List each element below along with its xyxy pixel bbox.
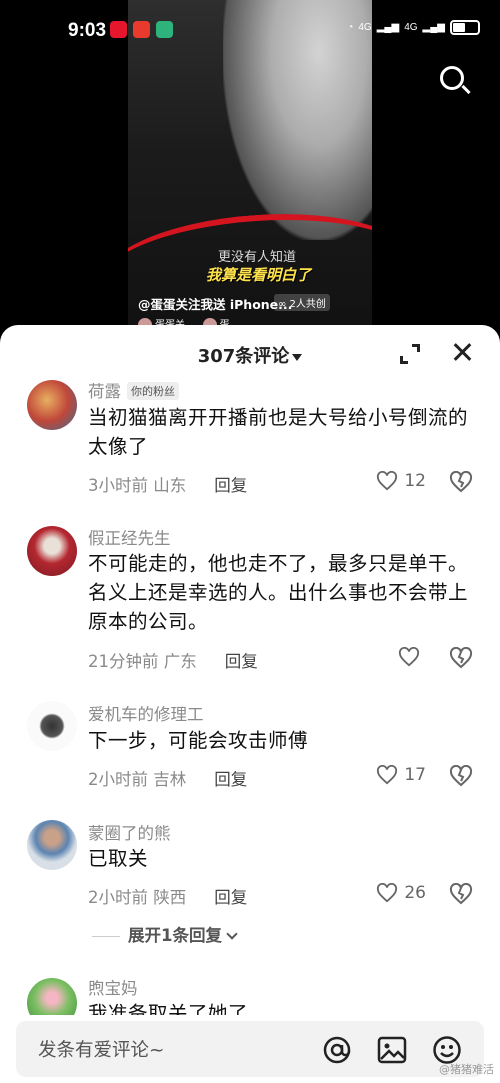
like-button[interactable]: 17 bbox=[376, 765, 426, 785]
like-count: 26 bbox=[404, 883, 426, 903]
comment-author[interactable]: 荷露 你的粉丝 bbox=[88, 378, 179, 402]
reply-button[interactable]: 回复 bbox=[214, 888, 247, 907]
comment-time: 2小时前 bbox=[88, 888, 148, 907]
comment-text[interactable]: 已取关 bbox=[88, 844, 478, 873]
red-app-icon bbox=[133, 21, 150, 38]
signal-1-label: 4G bbox=[358, 22, 372, 33]
heart-icon bbox=[398, 647, 420, 667]
close-icon[interactable] bbox=[452, 342, 472, 362]
fan-badge: 你的粉丝 bbox=[127, 382, 179, 400]
comment-time: 3小时前 bbox=[88, 476, 148, 495]
coop-badge[interactable]: ∞ 2人共创 bbox=[274, 294, 330, 311]
comment-meta: 3小时前 山东 回复 bbox=[88, 472, 247, 496]
comment-meta: 2小时前 吉林 回复 bbox=[88, 766, 247, 790]
comment-input-placeholder: 发条有爱评论~ bbox=[38, 1040, 165, 1061]
status-time: 9:03 bbox=[68, 20, 107, 41]
divider-line bbox=[92, 936, 120, 937]
like-button[interactable]: 12 bbox=[376, 471, 426, 491]
signal-bars-icon: ▂▄▆ bbox=[376, 22, 400, 33]
comment-location: 广东 bbox=[163, 652, 197, 671]
home-app-icon bbox=[156, 21, 173, 38]
comment-author[interactable]: 假正经先生 bbox=[88, 525, 171, 549]
comment-author[interactable]: 蒙圈了的熊 bbox=[88, 820, 171, 844]
dislike-icon[interactable] bbox=[449, 765, 473, 787]
status-right: ◔ 4G ▂▄▆ 4G ▂▄▆ bbox=[347, 20, 480, 35]
signal-2-label: 4G bbox=[404, 22, 418, 33]
comment-author[interactable]: 爱机车的修理工 bbox=[88, 701, 204, 725]
fullscreen-icon[interactable] bbox=[400, 344, 420, 364]
heart-icon bbox=[376, 765, 398, 785]
heart-icon bbox=[376, 883, 398, 903]
comment-text[interactable]: 下一步，可能会攻击师傅 bbox=[88, 726, 478, 755]
video-overlay-line1: 更没有人知道 bbox=[218, 250, 297, 265]
reply-button[interactable]: 回复 bbox=[214, 476, 247, 495]
mention-icon[interactable] bbox=[322, 1035, 352, 1065]
like-button[interactable]: 26 bbox=[376, 883, 426, 903]
like-count: 17 bbox=[404, 765, 426, 785]
comment-time: 21分钟前 bbox=[88, 652, 159, 671]
comment-time: 2小时前 bbox=[88, 770, 148, 789]
caret-down-icon bbox=[292, 353, 303, 361]
like-button[interactable] bbox=[398, 647, 426, 667]
search-icon[interactable] bbox=[438, 64, 472, 98]
avatar[interactable] bbox=[27, 380, 77, 430]
comment-location: 山东 bbox=[153, 476, 187, 495]
video-overlay-line2: 我算是看明白了 bbox=[206, 266, 312, 284]
like-count: 12 bbox=[404, 471, 426, 491]
comment-count-sort[interactable]: 307条评论 bbox=[0, 342, 500, 368]
battery-icon bbox=[450, 20, 480, 35]
notification-icons bbox=[110, 21, 173, 38]
panel-header: 307条评论 bbox=[0, 325, 500, 381]
heart-icon bbox=[376, 471, 398, 491]
comment-location: 陕西 bbox=[153, 888, 187, 907]
comment-author[interactable]: 煦宝妈 bbox=[88, 975, 138, 999]
comment-count-label: 307条评论 bbox=[197, 346, 290, 367]
avatar[interactable] bbox=[27, 526, 77, 576]
reply-button[interactable]: 回复 bbox=[225, 652, 258, 671]
image-icon[interactable] bbox=[377, 1035, 407, 1065]
reply-button[interactable]: 回复 bbox=[214, 770, 247, 789]
comment-author-name: 荷露 bbox=[88, 382, 121, 401]
coop-badge-label: 2人共创 bbox=[289, 299, 326, 310]
expand-replies-button[interactable]: 展开1条回复 bbox=[92, 922, 238, 946]
comment-input-bar: 发条有爱评论~ @猪猪难活 bbox=[0, 1015, 500, 1083]
chevron-down-icon bbox=[226, 928, 238, 940]
dislike-icon[interactable] bbox=[449, 647, 473, 669]
dislike-icon[interactable] bbox=[449, 883, 473, 905]
comment-panel: 307条评论 荷露 你的粉丝 当初猫猫离开开播前也是大号给小号倒流的太像了 3小时… bbox=[0, 325, 500, 1083]
signal-bars-icon: ▂▄▆ bbox=[422, 22, 445, 33]
video-caption[interactable]: @蛋蛋关注我送 iPhone... bbox=[138, 294, 292, 313]
avatar[interactable] bbox=[27, 820, 77, 870]
dislike-icon[interactable] bbox=[449, 471, 473, 493]
comment-meta: 21分钟前 广东 回复 bbox=[88, 648, 258, 672]
comment-input[interactable]: 发条有爱评论~ bbox=[16, 1021, 484, 1077]
expand-replies-label: 展开1条回复 bbox=[128, 926, 222, 945]
status-bar: 9:03 ◔ 4G ▂▄▆ 4G ▂▄▆ bbox=[0, 0, 500, 62]
comment-text[interactable]: 不可能走的，他也走不了，最多只是单干。名义上还是幸选的人。出什么事也不会带上原本… bbox=[88, 549, 478, 636]
wifi-icon: ◔ bbox=[347, 22, 354, 33]
comment-text[interactable]: 当初猫猫离开开播前也是大号给小号倒流的太像了 bbox=[88, 403, 478, 461]
weibo-app-icon bbox=[110, 21, 127, 38]
comment-location: 吉林 bbox=[153, 770, 187, 789]
comment-meta: 2小时前 陕西 回复 bbox=[88, 884, 247, 908]
avatar[interactable] bbox=[27, 701, 77, 751]
watermark: @猪猪难活 bbox=[439, 1063, 494, 1076]
